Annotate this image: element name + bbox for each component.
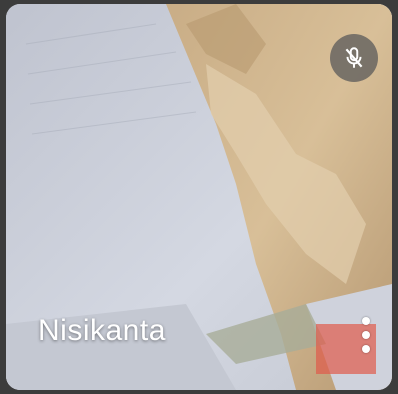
participant-name: Nisikanta	[38, 314, 166, 347]
more-vert-icon-dot	[362, 331, 370, 339]
more-options-button[interactable]	[348, 310, 384, 360]
mic-off-icon	[345, 47, 363, 68]
mic-off-indicator	[330, 34, 378, 82]
participant-tile[interactable]: Nisikanta	[6, 4, 392, 390]
more-vert-icon-dot	[362, 345, 370, 353]
more-vert-icon-dot	[362, 317, 370, 325]
